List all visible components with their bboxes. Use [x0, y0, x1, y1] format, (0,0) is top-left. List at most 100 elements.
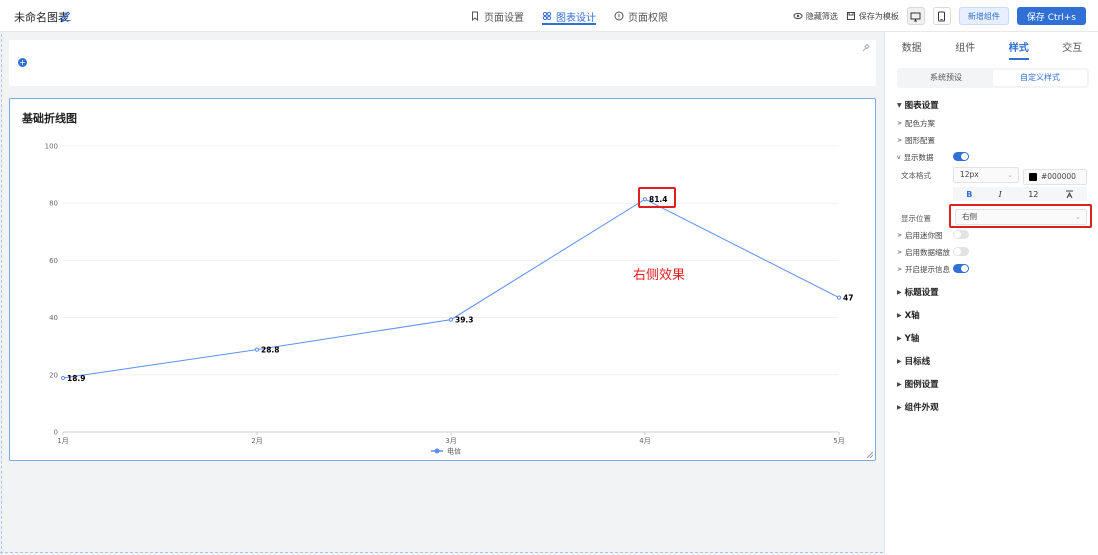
chevron-right-icon: >	[897, 232, 903, 239]
legend-label: 电信	[447, 447, 461, 456]
chevron-right-icon: >	[897, 249, 903, 256]
series-line	[62, 198, 840, 379]
panel-tab-component[interactable]: 组件	[955, 39, 975, 54]
filter-bar: +	[9, 40, 876, 86]
top-actions: 隐藏筛选 保存为模板 新增组件 保存 Ctrl+s	[793, 7, 1086, 25]
font-color-field[interactable]: #000000	[1023, 169, 1087, 185]
style-mode-segment: 系统预设 自定义样式	[897, 68, 1089, 88]
text-format-label: 文本格式	[901, 171, 931, 180]
caret-right-icon: ▶	[897, 288, 902, 296]
chevron-down-icon: ⌄	[1007, 171, 1013, 179]
add-filter-icon[interactable]: +	[18, 58, 27, 67]
y-tick-label: 40	[49, 314, 58, 322]
desktop-view-button[interactable]	[906, 7, 925, 25]
data-label: 39.3	[455, 316, 474, 325]
line-chart: 0204060801001月 2月 3月 4月 5月18.928.839.381.447…	[45, 143, 854, 456]
segment-system-preset[interactable]: 系统预设	[899, 70, 993, 86]
data-point	[60, 375, 66, 381]
y-tick-label: 100	[45, 143, 58, 151]
y-tick-label: 80	[49, 200, 58, 208]
align-top-icon[interactable]	[1065, 190, 1074, 199]
tab-label: 图表设计	[556, 12, 596, 24]
caret-right-icon: ▶	[897, 380, 902, 388]
chevron-right-icon: >	[897, 266, 903, 273]
data-point	[448, 317, 454, 322]
font-size-input[interactable]: 12	[1028, 190, 1038, 199]
caret-right-icon: ▶	[897, 334, 902, 342]
caret-right-icon: ▶	[897, 311, 902, 319]
label-highlight-box	[638, 187, 676, 208]
tab-page-settings[interactable]: 页面设置	[470, 0, 524, 32]
x-tick-label: 2月	[251, 437, 262, 445]
tab-chart-design[interactable]: 图表设计	[542, 0, 596, 32]
section-target-line[interactable]: ▶ 目标线	[897, 355, 930, 367]
properties-panel: 数据 组件 样式 交互 系统预设 自定义样式 ▼ 图表设置 > 配色方案 > 图…	[884, 32, 1098, 555]
resize-handle-icon[interactable]	[867, 452, 873, 458]
section-component-appearance[interactable]: ▶ 组件外观	[897, 401, 939, 413]
panel-tab-style[interactable]: 样式	[1008, 39, 1029, 60]
data-point	[254, 347, 260, 352]
add-component-button[interactable]: 新增组件	[958, 7, 1009, 25]
section-legend-settings[interactable]: ▶ 图例设置	[897, 378, 939, 390]
show-data-toggle[interactable]	[953, 152, 969, 161]
chart-card[interactable]: 基础折线图 0 20 40 60 80 100 1月 2月 3月 4月 5月 18.9 28.8 39.3…	[9, 98, 876, 461]
text-style-toolbar: B I 12	[953, 187, 1087, 201]
hide-filter-button[interactable]: 隐藏筛选	[793, 11, 838, 22]
save-button[interactable]: 保存 Ctrl+s	[1016, 7, 1086, 25]
canvas-left-guide	[1, 34, 2, 554]
top-bar: 未命名图表 页面设置 图表设计 页面权限 隐藏筛选 保存为模板 新增组件 保存 …	[0, 0, 1098, 32]
item-shape-config[interactable]: > 图形配置	[897, 135, 935, 146]
tab-page-permission[interactable]: 页面权限	[614, 0, 668, 32]
item-color-scheme[interactable]: > 配色方案	[897, 118, 935, 129]
tablet-icon	[938, 11, 946, 21]
monitor-icon	[910, 12, 921, 21]
eye-icon	[793, 12, 803, 20]
item-data-zoom[interactable]: > 启用数据缩放	[897, 247, 950, 258]
chevron-right-icon: >	[897, 120, 903, 127]
caret-down-icon: ▼	[897, 101, 902, 109]
chevron-down-icon: v	[897, 154, 901, 161]
mobile-view-button[interactable]	[932, 7, 951, 25]
section-y-axis[interactable]: ▶ Y轴	[897, 332, 919, 344]
item-tooltip[interactable]: > 开启提示信息	[897, 264, 950, 275]
edit-pencil-icon[interactable]	[60, 9, 72, 21]
data-label: 18.9	[67, 374, 86, 383]
display-position-label: 显示位置	[901, 214, 931, 223]
save-template-button[interactable]: 保存为模板	[846, 11, 899, 22]
data-label: 28.8	[261, 346, 280, 355]
bold-button[interactable]: B	[966, 190, 972, 199]
item-show-data[interactable]: v 显示数据	[897, 152, 934, 163]
caret-right-icon: ▶	[897, 357, 902, 365]
y-tick-label: 60	[49, 257, 58, 265]
panel-tab-interaction[interactable]: 交互	[1062, 39, 1082, 54]
x-tick-label: 5月	[833, 437, 844, 445]
chevron-right-icon: >	[897, 137, 903, 144]
caret-right-icon: ▶	[897, 403, 902, 411]
tab-label: 页面设置	[484, 12, 524, 24]
y-tick-label: 0	[54, 429, 58, 437]
annotation-text: 右侧效果	[633, 268, 686, 283]
section-chart-settings[interactable]: ▼ 图表设置	[897, 99, 939, 111]
permission-icon	[614, 11, 624, 21]
x-tick-label: 4月	[639, 437, 650, 445]
x-tick-label: 1月	[57, 437, 68, 445]
chart-design-icon	[542, 11, 552, 21]
data-label: 47	[843, 294, 853, 303]
color-swatch	[1029, 173, 1037, 181]
segment-custom-style[interactable]: 自定义样式	[993, 70, 1087, 86]
font-size-select[interactable]: 12px ⌄	[953, 167, 1019, 183]
panel-tab-data[interactable]: 数据	[902, 39, 922, 54]
position-highlight-box	[949, 204, 1092, 228]
save-disk-icon	[846, 12, 855, 20]
y-tick-label: 20	[49, 371, 58, 379]
mini-chart-toggle[interactable]	[953, 230, 969, 239]
bookmark-icon	[472, 11, 478, 21]
section-x-axis[interactable]: ▶ X轴	[897, 309, 920, 321]
item-mini-chart[interactable]: > 启用迷你图	[897, 230, 943, 241]
pin-icon[interactable]	[862, 44, 870, 52]
data-zoom-toggle[interactable]	[953, 247, 969, 256]
italic-button[interactable]: I	[999, 190, 1002, 199]
section-title-settings[interactable]: ▶ 标题设置	[897, 286, 939, 298]
tab-label: 页面权限	[628, 12, 668, 24]
tooltip-toggle[interactable]	[953, 264, 969, 273]
